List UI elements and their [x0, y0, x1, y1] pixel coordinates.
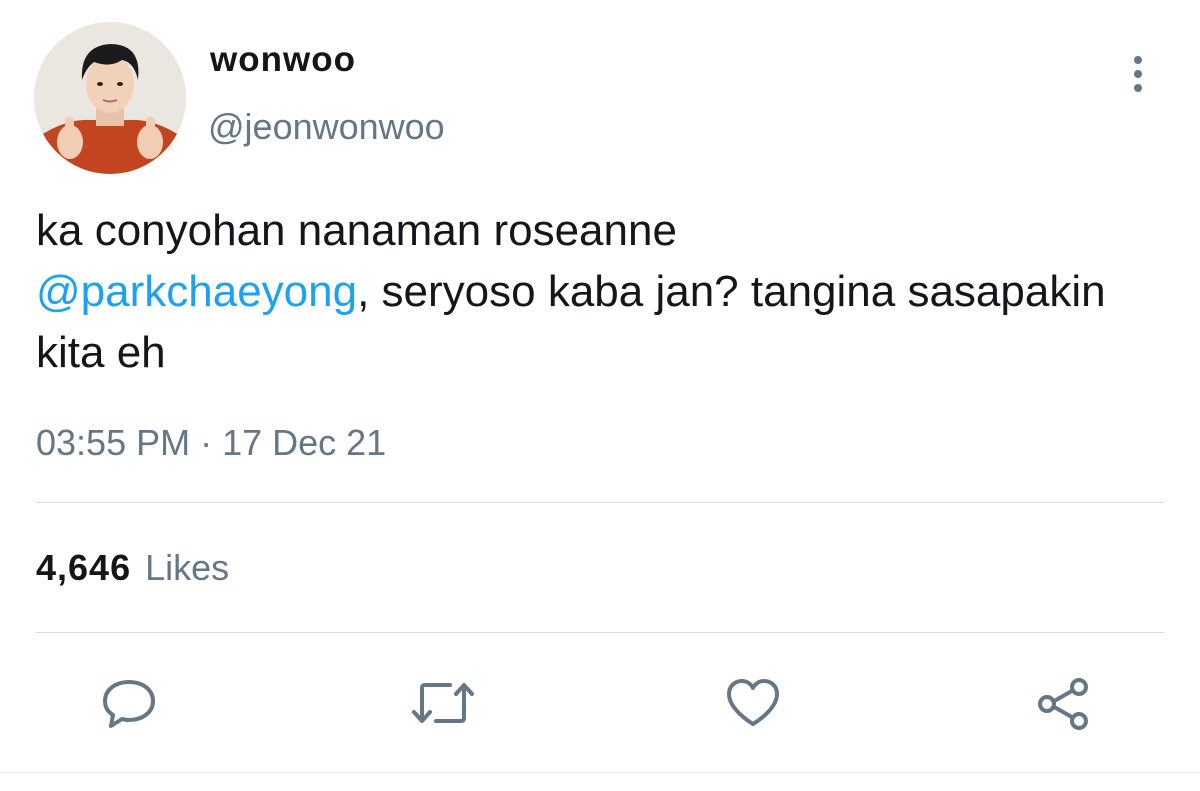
bottom-divider — [0, 772, 1200, 773]
author-display-name[interactable]: wonwoo — [210, 40, 356, 80]
likes-row[interactable]: 4,646 Likes — [36, 547, 229, 589]
like-icon[interactable] — [724, 676, 782, 730]
reply-icon[interactable] — [100, 676, 158, 730]
tweet-text-before: ka conyohan nanaman roseanne — [36, 206, 677, 255]
more-options-icon[interactable] — [1118, 52, 1158, 96]
likes-label: Likes — [145, 547, 230, 588]
mention-link[interactable]: @parkchaeyong — [36, 267, 357, 316]
divider — [36, 632, 1164, 633]
tweet-text: ka conyohan nanaman roseanne @parkchaeyon… — [36, 200, 1156, 383]
retweet-icon[interactable] — [410, 676, 474, 730]
avatar[interactable] — [34, 22, 186, 174]
tweet-timestamp[interactable]: 03:55 PM · 17 Dec 21 — [36, 422, 386, 464]
divider — [36, 502, 1164, 503]
share-icon[interactable] — [1034, 676, 1092, 730]
likes-count: 4,646 — [36, 547, 132, 588]
author-handle[interactable]: @jeonwonwoo — [208, 106, 445, 148]
